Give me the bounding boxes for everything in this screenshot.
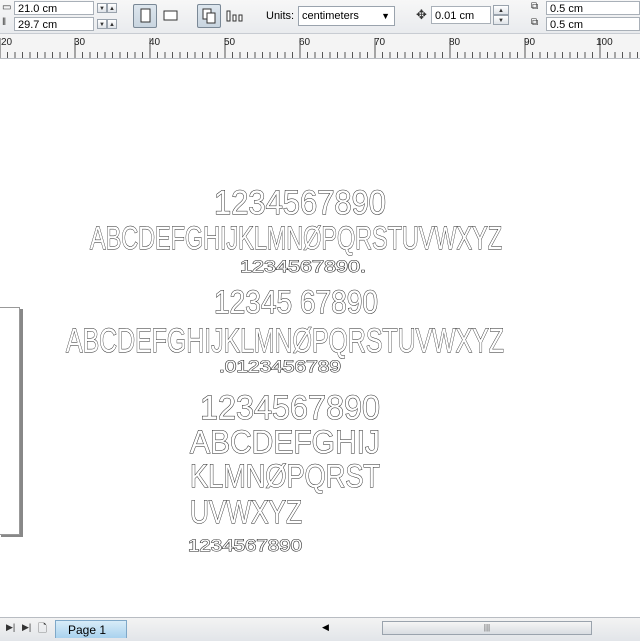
page-height-icon: ‖ [2,17,7,28]
page-width-field[interactable]: 21.0 cm [14,1,94,15]
page-navigation-bar: ▶| ▶| 🗋 Page 1 ◀ ||| [0,617,640,641]
portrait-icon [140,8,151,23]
block2-small-digits: .0123456789 [219,357,341,376]
all-pages-button[interactable] [197,4,221,28]
width-down-arrow-icon[interactable]: ▼ [97,3,107,13]
block1-digits: 1234567890 [214,184,386,222]
ruler-label: 50 [224,37,236,48]
add-page-icon[interactable]: 🗋 [38,620,47,639]
page-width-icon: ▭ [2,2,12,13]
ruler-label: 60 [299,37,311,48]
nudge-down-arrow-icon[interactable]: ▼ [493,15,509,25]
current-page-button[interactable] [224,4,248,28]
nudge-field[interactable]: 0.01 cm [431,6,491,24]
chevron-down-icon: ▼ [381,11,390,21]
ruler-label: 100 [596,37,613,48]
block3-row2: KLMNØPQRST [190,458,380,494]
height-up-arrow-icon[interactable]: ▲ [107,19,117,29]
block1-alphabet: ABCDEFGHIJKLMNØPQRSTUVWXYZ [90,220,502,256]
all-pages-icon [202,8,216,24]
tab-page-1[interactable]: Page 1 [55,620,127,638]
block3-row1: ABCDEFGHIJ [190,424,380,460]
stencil-artwork[interactable]: 1234567890 ABCDEFGHIJKLMNØPQRSTUVWXYZ 12… [0,59,640,616]
block3-digits: 1234567890 [200,389,380,427]
landscape-button[interactable] [160,4,184,28]
ruler-label: 30 [74,37,86,48]
nudge-up-arrow-icon[interactable]: ▲ [493,5,509,15]
horizontal-scrollbar[interactable]: ◀ ||| [320,621,640,636]
portrait-button[interactable] [133,4,157,28]
units-dropdown[interactable]: centimeters ▼ [298,6,395,26]
page-height-field[interactable]: 29.7 cm [14,17,94,31]
duplicate-y-icon: ⧉ [531,17,539,28]
last-page-icon[interactable]: ▶| [22,622,31,633]
units-value: centimeters [302,10,359,22]
block1-small-digits: 1234567890. [240,257,366,276]
ruler-label: 70 [374,37,386,48]
block2-digits: 12345 67890 [214,284,378,320]
scroll-left-icon[interactable]: ◀ [322,622,329,633]
block2-alphabet: ABCDEFGHIJKLMNØPQRSTUVWXYZ [66,322,504,360]
duplicate-x-icon: ⧉ [531,1,539,12]
previous-page-icon[interactable]: ▶| [6,622,15,633]
ruler-ticks [0,38,638,58]
width-up-arrow-icon[interactable]: ▲ [107,3,117,13]
scrollbar-thumb[interactable]: ||| [382,621,592,635]
property-bar: ▭ 21.0 cm ▼ ▲ ‖ 29.7 cm ▼ ▲ Units: centi… [0,0,640,34]
ruler-label: 40 [149,37,161,48]
nudge-icon: ✥ [416,7,427,22]
horizontal-ruler[interactable]: 20 30 40 50 60 70 80 90 100 [0,34,640,59]
ruler-label: 80 [449,37,461,48]
ruler-label: 20 [1,37,13,48]
ruler-label: 90 [524,37,536,48]
current-page-icon [226,10,243,22]
block3-row3: UVWXYZ [190,494,302,530]
duplicate-y-field[interactable]: 0.5 cm [546,17,640,31]
height-down-arrow-icon[interactable]: ▼ [97,19,107,29]
block3-small-digits: 1234567890 [188,536,302,555]
drawing-canvas[interactable]: 1234567890 ABCDEFGHIJKLMNØPQRSTUVWXYZ 12… [0,59,640,616]
landscape-icon [163,10,178,21]
duplicate-x-field[interactable]: 0.5 cm [546,1,640,15]
units-label: Units: [266,10,295,22]
